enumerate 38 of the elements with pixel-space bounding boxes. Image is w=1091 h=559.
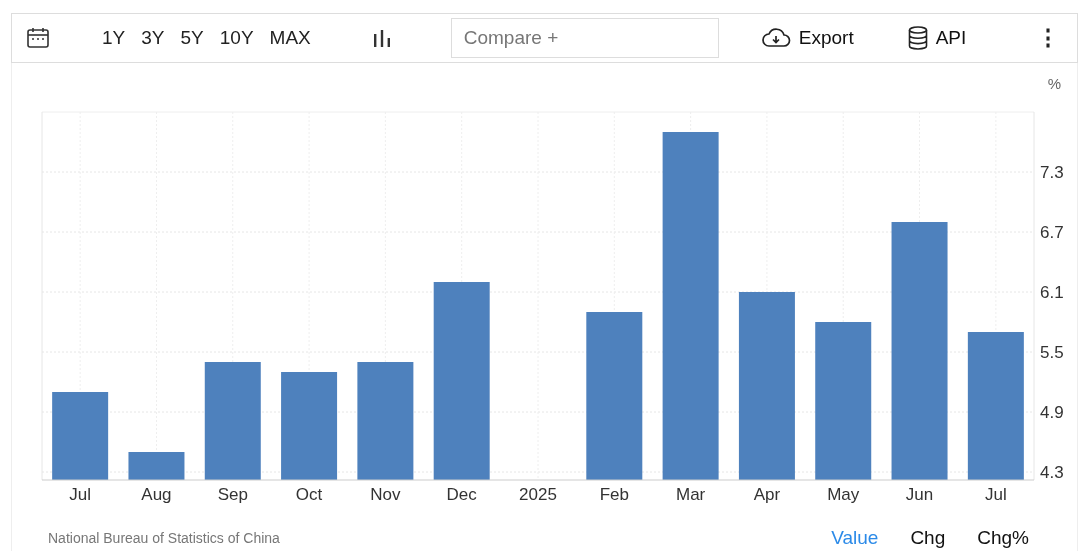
range-button[interactable]: 5Y — [174, 25, 210, 51]
x-axis-label: 2025 — [519, 485, 557, 504]
api-button[interactable]: API — [903, 24, 971, 52]
y-axis-label: 4.3 — [1040, 463, 1064, 482]
x-axis-label: Apr — [753, 485, 781, 504]
more-menu-button[interactable]: ⋮ — [1033, 25, 1063, 51]
x-axis-label: Jul — [985, 485, 1007, 504]
export-button[interactable]: Export — [756, 25, 858, 51]
bar-chart-icon[interactable] — [372, 29, 391, 47]
x-axis-label: Feb — [599, 485, 629, 504]
range-button[interactable]: MAX — [263, 25, 317, 51]
y-axis-label: 6.1 — [1040, 283, 1064, 302]
database-icon — [907, 26, 928, 50]
range-button[interactable]: 3Y — [135, 25, 171, 51]
y-axis-label: 6.7 — [1040, 223, 1064, 242]
x-axis-label: Jun — [905, 485, 934, 504]
view-tab[interactable]: Chg% — [965, 525, 1041, 551]
y-axis-label: 7.3 — [1040, 163, 1064, 182]
x-axis-label: Sep — [217, 485, 248, 504]
view-tab[interactable]: Value — [819, 525, 891, 551]
compare-field[interactable]: Compare + — [450, 18, 719, 58]
x-axis-label: Nov — [370, 485, 401, 504]
x-axis-label: Aug — [141, 485, 172, 504]
source-text: National Bureau of Statistics of China — [48, 530, 280, 546]
x-axis-label: Oct — [295, 485, 323, 504]
y-axis-label: 5.5 — [1040, 343, 1064, 362]
x-axis-label: Dec — [446, 485, 477, 504]
x-axis-label: May — [827, 485, 860, 504]
unit-label: % — [1047, 75, 1061, 93]
x-axis-label: Jul — [69, 485, 91, 504]
x-axis-label: Mar — [675, 485, 706, 504]
calendar-icon[interactable] — [26, 26, 50, 50]
y-axis-label: 4.9 — [1040, 403, 1064, 422]
cloud-download-icon — [760, 27, 791, 49]
bar — [128, 452, 185, 480]
range-button[interactable]: 10Y — [213, 25, 260, 51]
range-button[interactable]: 1Y — [96, 25, 132, 51]
view-tab[interactable]: Chg — [898, 525, 958, 551]
